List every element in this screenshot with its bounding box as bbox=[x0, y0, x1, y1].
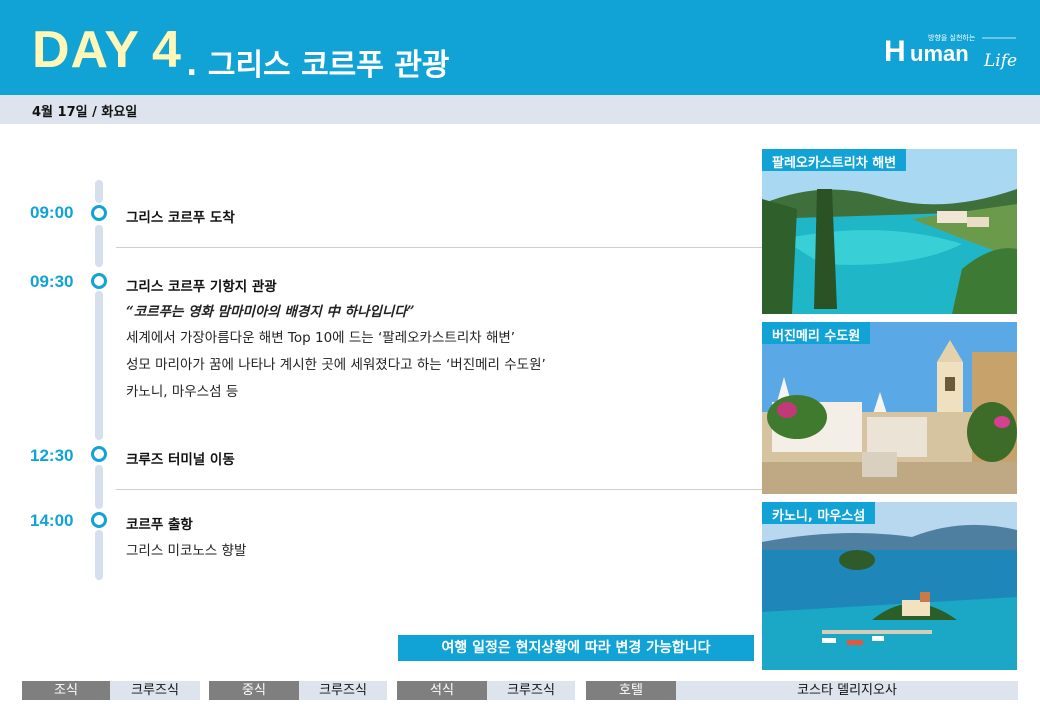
photo-caption: 팔레오카스트리차 해변 bbox=[762, 149, 907, 171]
timeline-segment bbox=[95, 291, 103, 440]
hotel-label: 호텔 bbox=[586, 681, 676, 700]
event-detail: 세계에서 가장아름다운 해변 Top 10에 드는 ‘팔레오카스트리차 해변’ bbox=[126, 330, 516, 346]
hotel-info: 호텔 코스타 델리지오사 bbox=[586, 681, 1018, 700]
lunch-value: 크루즈식 bbox=[299, 681, 387, 700]
timeline-dot-icon bbox=[91, 205, 107, 221]
lunch-info: 중식 크루즈식 bbox=[209, 681, 387, 700]
hotel-value: 코스타 델리지오사 bbox=[676, 681, 1018, 700]
event-title: 그리스 코르푸 도착 bbox=[126, 210, 235, 226]
island-photo: 카노니, 마우스섬 bbox=[762, 502, 1017, 670]
svg-text:H: H bbox=[884, 35, 906, 68]
day-word: DAY bbox=[32, 21, 141, 79]
timeline-dot-icon bbox=[91, 273, 107, 289]
date-text: 4월 17일 / 화요일 bbox=[32, 105, 138, 120]
event-detail: 성모 마리아가 꿈에 나타나 계시한 곳에 세워졌다고 하는 ‘버진메리 수도원… bbox=[126, 357, 546, 373]
timeline-segment bbox=[95, 465, 103, 509]
event-title: 그리스 코르푸 기항지 관광 bbox=[126, 279, 277, 295]
event-title: 코르푸 출항 bbox=[126, 517, 193, 533]
time-label: 09:30 bbox=[30, 272, 74, 291]
time-label: 14:00 bbox=[30, 511, 74, 530]
divider bbox=[116, 489, 764, 490]
divider bbox=[116, 247, 764, 248]
breakfast-label: 조식 bbox=[22, 681, 110, 700]
photo-caption: 버진메리 수도원 bbox=[762, 322, 871, 344]
page-header: DAY 4 . 그리스 코르푸 관광 방향을 실천하는 H uman Life bbox=[0, 0, 1040, 95]
time-label: 12:30 bbox=[30, 446, 74, 465]
photo-caption: 카노니, 마우스섬 bbox=[762, 502, 876, 524]
lunch-label: 중식 bbox=[209, 681, 299, 700]
breakfast-value: 크루즈식 bbox=[110, 681, 200, 700]
date-bar: 4월 17일 / 화요일 bbox=[0, 95, 1040, 124]
timeline-segment bbox=[95, 225, 103, 267]
breakfast-info: 조식 크루즈식 bbox=[22, 681, 200, 700]
timeline-segment bbox=[95, 530, 103, 580]
dinner-label: 석식 bbox=[397, 681, 487, 700]
timeline-dot-icon bbox=[91, 446, 107, 462]
dinner-value: 크루즈식 bbox=[487, 681, 575, 700]
timeline-segment bbox=[95, 180, 103, 203]
page-title: . 그리스 코르푸 관광 bbox=[186, 48, 450, 83]
dinner-info: 석식 크루즈식 bbox=[397, 681, 575, 700]
logo-script: Life bbox=[983, 51, 1017, 71]
event-detail: 카노니, 마우스섬 등 bbox=[126, 384, 239, 400]
time-label: 09:00 bbox=[30, 203, 74, 222]
logo-main: uman bbox=[910, 41, 969, 66]
human-life-logo: 방향을 실천하는 H uman Life bbox=[884, 33, 1017, 71]
event-title: 크루즈 터미널 이동 bbox=[126, 452, 235, 468]
event-highlight: “코르푸는 영화 맘마미아의 배경지 中 하나입니다” bbox=[126, 304, 415, 320]
timeline-dot-icon bbox=[91, 512, 107, 528]
schedule-notice: 여행 일정은 현지상황에 따라 변경 가능합니다 bbox=[398, 635, 754, 661]
day-number: 4 bbox=[152, 21, 181, 79]
beach-photo: 팔레오카스트리차 해변 bbox=[762, 149, 1017, 314]
event-detail: 그리스 미코노스 향발 bbox=[126, 543, 247, 559]
monastery-photo: 버진메리 수도원 bbox=[762, 322, 1017, 494]
